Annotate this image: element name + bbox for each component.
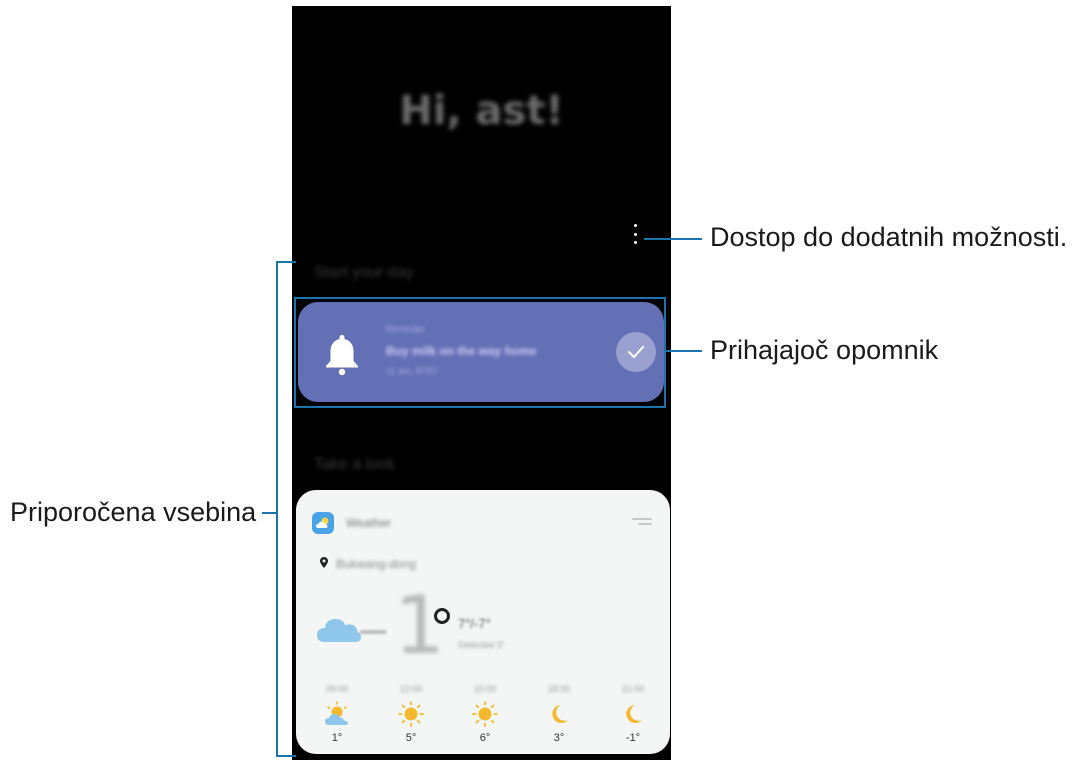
- more-options-icon[interactable]: [628, 224, 642, 244]
- location-pin-icon: [320, 557, 328, 568]
- sun-icon: [460, 700, 510, 728]
- section-title-start-your-day: Start your day: [314, 264, 414, 281]
- callout-upcoming-reminder: Prihajajoč opomnik: [710, 335, 939, 365]
- drag-handle-icon[interactable]: [632, 518, 652, 526]
- forecast-item: 21:00 -1°: [608, 684, 658, 744]
- high-low-temperature: 7°/-7°: [458, 616, 491, 631]
- forecast-temp: 5°: [405, 732, 417, 744]
- weather-card[interactable]: Weather Bukwang-dong 1 7°/-7° Detected 3…: [296, 490, 670, 754]
- temperature-sign: [360, 630, 386, 634]
- callout-line-more-options: [644, 238, 702, 240]
- recommended-content-bracket: [276, 261, 296, 757]
- cloud-icon: [317, 619, 361, 642]
- partly-cloudy-icon: [312, 700, 362, 728]
- moon-icon: [534, 700, 584, 728]
- forecast-time: 09:00: [325, 684, 349, 694]
- degree-symbol: [434, 608, 450, 624]
- forecast-temp: 3°: [553, 732, 565, 744]
- greeting-text: Hi, ast!: [399, 88, 564, 134]
- callout-more-options: Dostop do dodatnih možnosti.: [710, 222, 1068, 252]
- forecast-temp: 1°: [331, 732, 343, 744]
- forecast-time: 21:00: [621, 684, 645, 694]
- sun-icon: [386, 700, 436, 728]
- bracket-connector: [262, 512, 276, 514]
- forecast-item: 15:00 6°: [460, 684, 510, 744]
- weather-location: Bukwang-dong: [336, 557, 417, 571]
- forecast-time: 12:00: [399, 684, 423, 694]
- forecast-item: 18:00 3°: [534, 684, 584, 744]
- weather-app-icon: [312, 512, 334, 534]
- moon-icon: [608, 700, 658, 728]
- hourly-forecast: 09:00 1° 12:00 5° 15:00 6° 18:00 3° 21:0…: [312, 684, 658, 748]
- forecast-time: 15:00: [473, 684, 497, 694]
- forecast-item: 09:00 1°: [312, 684, 362, 744]
- forecast-time: 18:00: [547, 684, 571, 694]
- callout-recommended-content: Priporočena vsebina: [10, 497, 257, 527]
- forecast-item: 12:00 5°: [386, 684, 436, 744]
- reminder-highlight-box: [294, 297, 666, 408]
- weather-app-name: Weather: [346, 516, 392, 530]
- forecast-temp: -1°: [625, 732, 641, 744]
- callout-line-reminder: [666, 350, 702, 352]
- current-temperature: 1: [394, 579, 445, 672]
- section-title-take-a-look: Take a look: [314, 456, 395, 473]
- feels-like-text: Detected 3°: [458, 640, 506, 650]
- forecast-temp: 6°: [479, 732, 491, 744]
